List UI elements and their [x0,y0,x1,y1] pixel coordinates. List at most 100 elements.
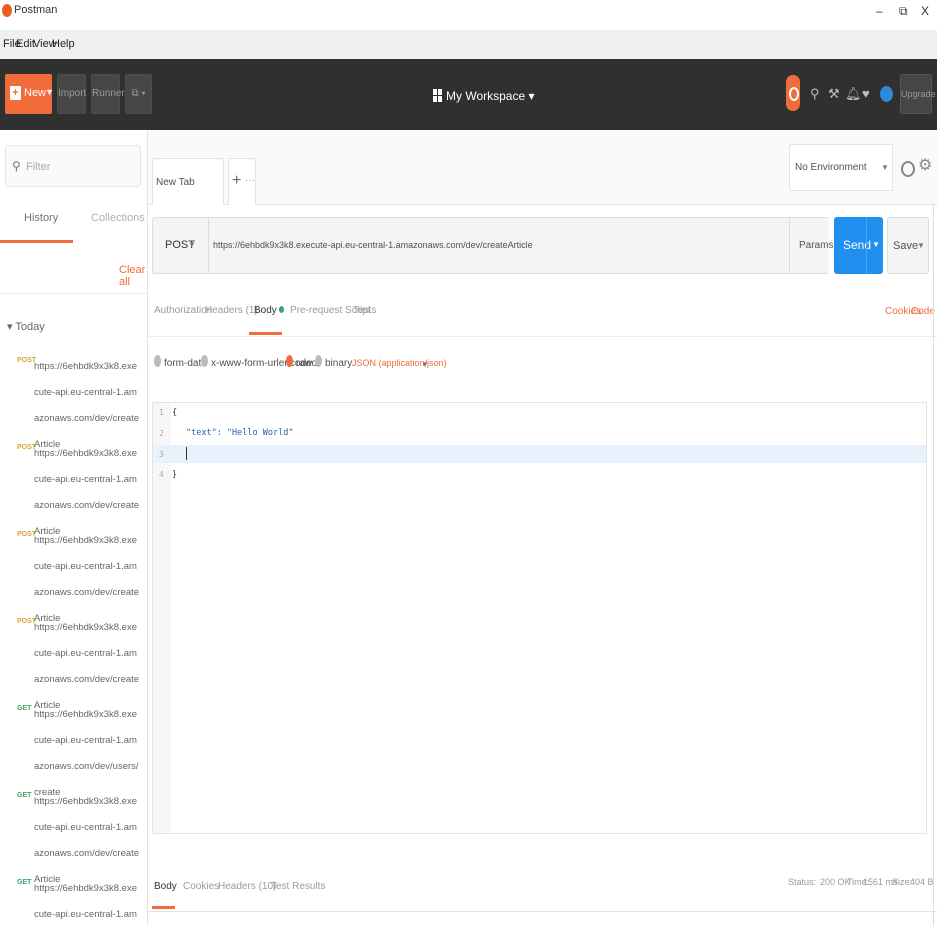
new-button-label: New [24,87,47,99]
radio-form-data[interactable] [154,355,161,367]
radio-binary[interactable] [315,355,322,367]
sidebar: ⚲ Filter History Collections Clear all ▾… [0,130,148,926]
status-label: Status: [788,877,817,887]
response-tab-test-results[interactable]: Test Results [271,881,325,892]
editor-gutter [153,403,171,833]
tab-tests[interactable]: Tests [353,305,376,316]
code-link[interactable]: Code [911,306,935,317]
title-bar: Postman – ⧉ X [0,0,937,30]
maximize-button[interactable]: ⧉ [899,4,908,19]
size-value: 404 B [910,877,934,887]
chevron-down-icon: ▾ [7,321,13,333]
active-line-highlight [153,445,926,463]
code-line: } [172,470,178,480]
line-number: 1 [159,408,164,417]
window-title: Postman [14,4,58,16]
divider [0,293,147,294]
chevron-down-icon[interactable]: ▼ [917,241,925,250]
runner-button[interactable]: Runner [91,74,125,114]
url-input[interactable]: https://6ehbdk9x3k8.execute-api.eu-centr… [213,240,773,250]
response-tab-headers[interactable]: Headers (10) [218,881,276,892]
wrench-icon[interactable]: ⚒ [828,86,840,102]
chevron-down-icon[interactable]: ▼ [421,360,429,369]
chevron-down-icon: ▾ [528,89,535,103]
filter-placeholder: Filter [26,161,51,173]
method-badge: GET [17,705,32,712]
chevron-down-icon: ▼ [188,240,196,249]
tab-new-tab[interactable]: New Tab [152,158,224,205]
satellite-icon[interactable]: ⚲ [810,86,820,102]
tab-collections[interactable]: Collections [91,212,145,224]
filter-input[interactable]: ⚲ Filter [5,145,141,187]
params-label: Params [799,240,834,251]
new-window-button[interactable]: ⧉ ▾ [125,74,152,114]
method-badge: GET [17,879,32,886]
chevron-down-icon: ▼ [881,163,889,172]
response-tab-body[interactable]: Body [154,881,177,892]
tab-headers[interactable]: Headers (1) [205,305,258,316]
line-number: 3 [159,450,164,459]
tab-active-indicator [152,906,175,909]
text-cursor [186,447,187,460]
new-window-icon: ⧉ ▾ [131,88,146,99]
eye-icon[interactable] [897,144,917,191]
clear-all-link[interactable]: Clear all [119,264,147,288]
radio-urlencoded[interactable] [201,355,208,367]
import-button[interactable]: Import [57,74,86,114]
response-tab-cookies[interactable]: Cookies [183,881,219,892]
chevron-down-icon[interactable]: ▼ [872,240,880,249]
divider [866,217,867,274]
more-tabs-icon[interactable]: ··· [245,175,255,186]
environment-value: No Environment [795,162,867,173]
chevron-down-icon[interactable]: ▼ [45,87,54,97]
send-button[interactable]: Send ▼ [834,217,883,274]
environment-select[interactable]: No Environment ▼ [789,144,893,191]
workspace-label: My Workspace [446,89,526,103]
menu-help[interactable]: Help [52,38,75,50]
tab-active-indicator [0,240,73,243]
gear-icon[interactable]: ⚙ [918,155,932,175]
history-url: https://6ehbdk9x3k8.execute-api.eu-centr… [34,883,137,920]
code-line: { [172,408,178,418]
save-label: Save [893,240,919,252]
tab-active-indicator [249,332,282,335]
workspace-selector[interactable]: My Workspace ▾ [433,89,535,103]
menu-bar: File Edit View Help [0,30,937,59]
tab-body-label: Body [254,305,277,316]
status-dot-icon [278,306,284,313]
scrollbar[interactable] [933,205,934,926]
close-button[interactable]: X [921,4,929,18]
postman-logo-icon [2,4,12,17]
sync-icon[interactable] [786,75,800,111]
history-group-label: Today [15,321,45,333]
save-button[interactable]: Save ▼ [887,217,929,274]
size-label: Size: [892,877,913,887]
option-raw[interactable]: raw [296,358,312,369]
code-editor[interactable] [152,402,927,834]
params-button[interactable]: Params [789,218,833,273]
status-badge: 200 OK [820,877,851,887]
radio-raw[interactable] [286,355,293,367]
tab-authorization[interactable]: Authorization [154,305,212,316]
header-toolbar: + New ▼ Import Runner ⧉ ▾ My Workspace ▾… [0,59,937,130]
method-badge: GET [17,792,32,799]
line-number: 4 [159,470,164,479]
grid-icon [433,89,442,102]
heart-icon[interactable]: ♥ [862,86,870,101]
code-line: "text": "Hello World" [186,428,294,438]
minimize-button[interactable]: – [876,4,883,18]
method-select[interactable]: POST ▼ [152,217,209,274]
upgrade-button[interactable]: Upgrade [900,74,936,114]
plus-icon[interactable]: + [232,172,241,190]
avatar[interactable] [880,86,893,102]
tab-history[interactable]: History [24,212,58,224]
bell-icon[interactable]: 🔔︎ [845,86,862,102]
content-type-select[interactable]: JSON (application/json) [352,358,447,368]
line-number: 2 [159,429,164,438]
new-button[interactable]: + New ▼ [5,74,54,114]
add-tab-button[interactable]: + ··· [228,158,256,205]
history-group-today[interactable]: ▾ Today [7,320,45,333]
tab-label: New Tab [156,177,195,188]
option-binary[interactable]: binary [325,358,352,369]
tab-body[interactable]: Body [254,305,284,316]
